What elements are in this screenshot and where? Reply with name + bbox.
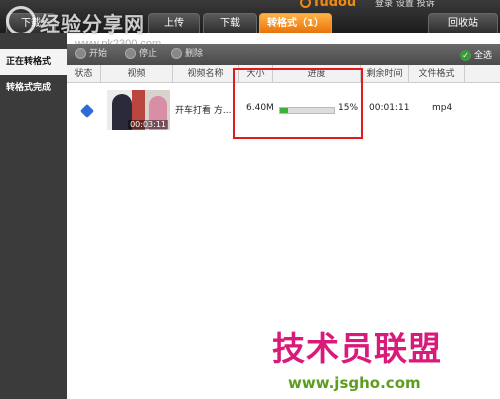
start-button[interactable]: 开始 (75, 48, 107, 61)
col-format[interactable]: 文件格式 (409, 65, 465, 83)
tab-download[interactable]: 下载 (203, 13, 257, 33)
start-label: 开始 (89, 49, 108, 59)
remaining-time: 00:01:11 (369, 103, 410, 113)
delete-icon (171, 48, 182, 59)
top-links[interactable]: 登录 设置 投诉 (375, 0, 435, 9)
tab-recycle-bin[interactable]: 回收站 (428, 13, 498, 33)
watermark-logo-icon (6, 6, 36, 36)
tab-upload[interactable]: 上传 (148, 13, 200, 33)
delete-button[interactable]: 删除 (171, 48, 203, 61)
tudou-logo-icon (300, 0, 311, 8)
stop-label: 停止 (139, 49, 158, 59)
col-name[interactable]: 视频名称 (173, 65, 239, 83)
video-thumbnail[interactable]: 00:03:11 (107, 90, 170, 130)
stop-button[interactable]: 停止 (125, 48, 157, 61)
col-video[interactable]: 视频 (101, 65, 173, 83)
sidebar-item-converting[interactable]: 正在转格式 (0, 49, 67, 75)
brand-name: Tudou (312, 0, 357, 10)
thumbnail-time: 00:03:11 (128, 120, 168, 129)
watermark-big: 技术员联盟 (272, 329, 442, 368)
sidebar-item-converted[interactable]: 转格式完成 (0, 75, 67, 101)
file-format: mp4 (432, 103, 453, 113)
select-all-button[interactable]: ✓ 全选 (459, 48, 492, 61)
watermark-small: www.jsgho.com (288, 374, 421, 392)
delete-label: 删除 (185, 49, 204, 59)
select-all-label: 全选 (473, 51, 492, 61)
converting-status-icon (79, 103, 95, 119)
col-status[interactable]: 状态 (67, 65, 101, 83)
toolbar: 开始 停止 删除 ✓ 全选 (67, 44, 500, 65)
pause-icon (125, 48, 136, 59)
play-icon (75, 48, 86, 59)
col-remaining[interactable]: 剩余时间 (361, 65, 409, 83)
sidebar: 正在转格式 转格式完成 (0, 33, 67, 399)
video-name: 开车打看 方... (175, 106, 232, 116)
highlight-box (233, 68, 363, 139)
check-icon: ✓ (459, 50, 471, 61)
tab-convert[interactable]: 转格式（1） (259, 13, 332, 33)
